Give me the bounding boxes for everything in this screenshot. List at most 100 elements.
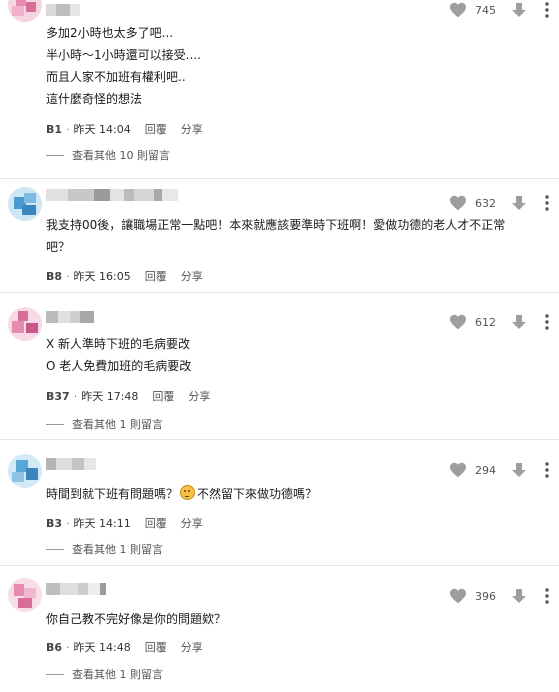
- view-more-replies[interactable]: 查看其他 10 則留言: [46, 147, 170, 163]
- comment-b8: 632 我支持00後，讓職場正常一點吧！本來就應該要準時下班啊！愛做功德的老人才…: [0, 178, 559, 289]
- thumb-down-arrow-icon[interactable]: [511, 2, 527, 18]
- timestamp: 昨天 14:04: [73, 123, 131, 136]
- divider-line: [46, 154, 64, 156]
- floor-label: B8: [46, 269, 63, 283]
- separator: ·: [66, 122, 70, 136]
- like-count: 745: [475, 3, 496, 17]
- vote-bar: 396: [449, 586, 549, 606]
- comment-line: O 老人免費加班的毛病要改: [46, 359, 192, 373]
- floor-label: B3: [46, 516, 63, 530]
- view-more-label: 查看其他 1 則留言: [72, 418, 163, 431]
- reply-button[interactable]: 回覆: [145, 121, 167, 137]
- more-vertical-icon[interactable]: [545, 195, 549, 211]
- comment-meta: B3 · 昨天 14:11 回覆 分享: [46, 515, 203, 531]
- avatar[interactable]: [8, 187, 42, 221]
- heart-icon[interactable]: [449, 462, 467, 478]
- comment-text-before-emoji: 時間到就下班有問題嗎？: [46, 487, 179, 501]
- comment-line: 你自己教不完好像是你的問題欸？: [46, 612, 227, 626]
- comment-line: 時間到就下班有問題嗎？ 不然留下來做功德嗎？: [46, 483, 536, 505]
- more-vertical-icon[interactable]: [545, 314, 549, 330]
- view-more-label: 查看其他 10 則留言: [72, 149, 170, 162]
- view-more-label: 查看其他 1 則留言: [72, 668, 163, 681]
- like-count: 294: [475, 463, 496, 477]
- comment-meta: B37 · 昨天 17:48 回覆 分享: [46, 388, 210, 404]
- comment-body: 我支持00後，讓職場正常一點吧！本來就應該要準時下班啊！愛做功德的老人才不正常 …: [46, 214, 536, 258]
- username-blurred: [46, 4, 80, 16]
- view-more-replies[interactable]: 查看其他 1 則留言: [46, 666, 163, 682]
- separator: ·: [66, 269, 70, 283]
- comment-line: 半小時～1小時還可以接受....: [46, 48, 201, 62]
- separator: ·: [73, 389, 78, 403]
- comment-line: X 新人準時下班的毛病要改: [46, 337, 191, 351]
- username-blurred: [46, 311, 94, 323]
- comment-body: 多加2小時也太多了吧... 半小時～1小時還可以接受.... 而且人家不加班有權…: [46, 22, 536, 110]
- more-vertical-icon[interactable]: [545, 462, 549, 478]
- thumb-down-arrow-icon[interactable]: [511, 462, 527, 478]
- timestamp: 昨天 17:48: [81, 390, 139, 403]
- divider-line: [46, 673, 64, 675]
- timestamp: 昨天 14:11: [73, 517, 131, 530]
- reply-button[interactable]: 回覆: [145, 268, 167, 284]
- separator: ·: [66, 640, 70, 654]
- view-more-label: 查看其他 1 則留言: [72, 543, 163, 556]
- share-button[interactable]: 分享: [181, 121, 203, 137]
- comment-text-after-emoji: 不然留下來做功德嗎？: [197, 487, 318, 501]
- view-more-replies[interactable]: 查看其他 1 則留言: [46, 416, 163, 432]
- comment-b6: 396 你自己教不完好像是你的問題欸？ B6 · 昨天 14:48 回覆 分享 …: [0, 565, 559, 692]
- share-button[interactable]: 分享: [181, 268, 203, 284]
- reply-button[interactable]: 回覆: [145, 515, 167, 531]
- share-button[interactable]: 分享: [188, 388, 210, 404]
- floor-label: B1: [46, 122, 63, 136]
- like-count: 396: [475, 589, 496, 603]
- reply-button[interactable]: 回覆: [145, 639, 167, 655]
- divider-line: [46, 548, 64, 550]
- comment-meta: B8 · 昨天 16:05 回覆 分享: [46, 268, 203, 284]
- view-more-replies[interactable]: 查看其他 1 則留言: [46, 541, 163, 557]
- comment-line: 而且人家不加班有權利吧..: [46, 70, 186, 84]
- timestamp: 昨天 16:05: [73, 270, 131, 283]
- comment-line: 我支持00後，讓職場正常一點吧！本來就應該要準時下班啊！愛做功德的老人才不正常: [46, 218, 506, 232]
- comment-body: 你自己教不完好像是你的問題欸？: [46, 608, 536, 630]
- username-blurred: [46, 583, 106, 595]
- heart-icon[interactable]: [449, 195, 467, 211]
- reply-button[interactable]: 回覆: [152, 388, 174, 404]
- vote-bar: 745: [449, 0, 549, 20]
- avatar[interactable]: [8, 578, 42, 612]
- avatar[interactable]: [8, 0, 42, 22]
- comment-line: 多加2小時也太多了吧...: [46, 26, 174, 40]
- separator: ·: [66, 516, 70, 530]
- comment-b1: 745 多加2小時也太多了吧... 半小時～1小時還可以接受.... 而且人家不…: [0, 0, 559, 170]
- thumb-down-arrow-icon[interactable]: [511, 588, 527, 604]
- thumb-down-arrow-icon[interactable]: [511, 314, 527, 330]
- vote-bar: 612: [449, 312, 549, 332]
- more-vertical-icon[interactable]: [545, 588, 549, 604]
- heart-icon[interactable]: [449, 314, 467, 330]
- vote-bar: 294: [449, 460, 549, 480]
- timestamp: 昨天 14:48: [73, 641, 131, 654]
- more-vertical-icon[interactable]: [545, 2, 549, 18]
- comment-meta: B6 · 昨天 14:48 回覆 分享: [46, 639, 203, 655]
- username-blurred: [46, 458, 96, 470]
- like-count: 632: [475, 196, 496, 210]
- avatar[interactable]: [8, 307, 42, 341]
- comment-body: 時間到就下班有問題嗎？ 不然留下來做功德嗎？: [46, 483, 536, 505]
- comment-meta: B1 · 昨天 14:04 回覆 分享: [46, 121, 203, 137]
- comment-body: X 新人準時下班的毛病要改 O 老人免費加班的毛病要改: [46, 333, 536, 377]
- heart-icon[interactable]: [449, 588, 467, 604]
- floor-label: B37: [46, 389, 70, 403]
- share-button[interactable]: 分享: [181, 639, 203, 655]
- comment-line: 這什麼奇怪的想法: [46, 92, 143, 106]
- emoji-face-icon: [180, 485, 196, 500]
- vote-bar: 632: [449, 193, 549, 213]
- avatar[interactable]: [8, 454, 42, 488]
- username-blurred: [46, 189, 178, 201]
- divider-line: [46, 423, 64, 425]
- comment-b3: 294 時間到就下班有問題嗎？ 不然留下來做功德嗎？ B3 · 昨天 14:11 …: [0, 439, 559, 562]
- comment-b37: 612 X 新人準時下班的毛病要改 O 老人免費加班的毛病要改 B37 · 昨天…: [0, 292, 559, 436]
- floor-label: B6: [46, 640, 63, 654]
- comment-line: 吧？: [46, 240, 71, 254]
- share-button[interactable]: 分享: [181, 515, 203, 531]
- heart-icon[interactable]: [449, 2, 467, 18]
- like-count: 612: [475, 315, 496, 329]
- thumb-down-arrow-icon[interactable]: [511, 195, 527, 211]
